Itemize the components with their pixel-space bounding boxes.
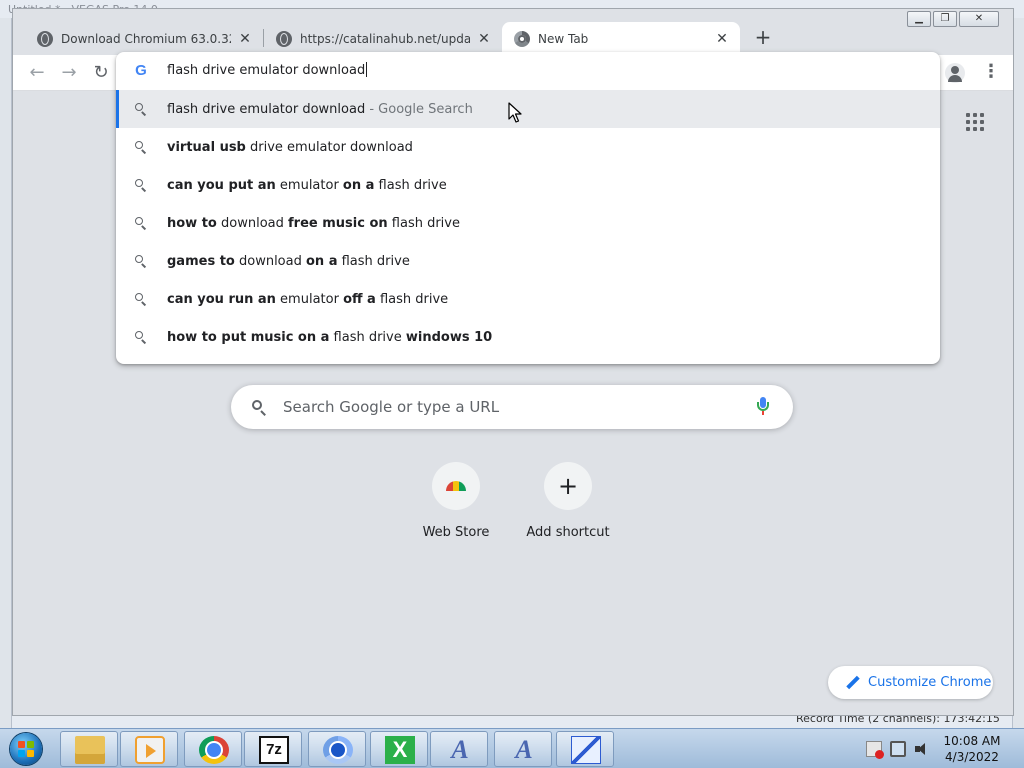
globe-icon [37, 30, 53, 47]
system-tray [864, 739, 936, 759]
a-app-icon: A [515, 735, 533, 764]
windows-taskbar: 7z X A A 10:08 AM 4/3/2022 [0, 728, 1024, 768]
shortcut-label: Add shortcut [526, 525, 610, 540]
address-input[interactable]: flash drive emulator download [167, 62, 368, 78]
omnibox-suggestion[interactable]: can you run an emulator off a flash driv… [116, 280, 940, 318]
tab-title: New Tab [538, 31, 589, 46]
folder-icon [75, 736, 105, 764]
search-icon [134, 292, 148, 306]
ntp-search-box[interactable]: Search Google or type a URL [231, 385, 793, 429]
a-app-icon: A [451, 735, 469, 764]
apps-grid-icon[interactable] [966, 113, 984, 131]
network-icon[interactable] [890, 741, 906, 757]
x-app-icon: X [385, 736, 415, 764]
shortcut-add[interactable]: + Add shortcut [512, 462, 624, 552]
suggestion-text: flash drive emulator download - Google S… [167, 101, 473, 117]
suggestion-text: can you run an emulator off a flash driv… [167, 291, 449, 307]
address-bar[interactable]: G flash drive emulator download [116, 52, 940, 90]
windows-logo-icon [18, 741, 34, 757]
search-icon [134, 330, 148, 344]
search-icon [134, 216, 148, 230]
taskbar-7zip[interactable]: 7z [244, 731, 302, 767]
media-player-icon [135, 736, 165, 764]
tab-strip: Download Chromium 63.0.3237.0 ✕ https://… [13, 9, 1013, 55]
volume-icon[interactable] [914, 741, 930, 757]
back-button[interactable]: ← [25, 61, 49, 85]
taskbar-vegas[interactable] [556, 731, 614, 767]
pencil-icon [846, 675, 860, 690]
suggestion-suffix: - Google Search [369, 101, 473, 117]
search-icon [251, 399, 267, 416]
restore-button[interactable]: ❐ [933, 11, 957, 27]
customize-label: Customize Chrome [868, 675, 992, 690]
forward-button[interactable]: → [57, 61, 81, 85]
omnibox-suggestion[interactable]: flash drive emulator download - Google S… [116, 90, 940, 128]
tab-title: Download Chromium 63.0.3237.0 [61, 31, 231, 46]
omnibox-suggestion[interactable]: can you put an emulator on a flash drive [116, 166, 940, 204]
customize-chrome-button[interactable]: Customize Chrome [828, 666, 993, 699]
omnibox-dropdown: G flash drive emulator download flash dr… [116, 52, 940, 364]
web-store-icon [432, 462, 480, 510]
search-icon [134, 254, 148, 268]
tab-title: https://catalinahub.net/update/h [300, 31, 470, 46]
menu-icon[interactable]: ⋮ [981, 61, 1001, 85]
suggestion-text: virtual usb drive emulator download [167, 139, 413, 155]
taskbar-app-a-2[interactable]: A [494, 731, 552, 767]
taskbar-chromium[interactable] [308, 731, 366, 767]
action-center-alert-icon[interactable] [866, 741, 884, 759]
tab-catalinahub[interactable]: https://catalinahub.net/update/h ✕ [264, 22, 502, 55]
clock-time: 10:08 AM [943, 734, 1001, 748]
minimize-button[interactable]: ▁ [907, 11, 931, 27]
microphone-icon[interactable] [756, 397, 770, 417]
taskbar-file-explorer[interactable] [60, 731, 118, 767]
search-icon [134, 102, 148, 116]
chrome-icon [199, 736, 229, 764]
tab-new-tab[interactable]: New Tab ✕ [502, 22, 740, 55]
google-g-icon: G [135, 62, 147, 79]
chrome-icon [514, 30, 530, 47]
profile-icon[interactable] [945, 63, 965, 83]
suggestion-text: how to download free music on flash driv… [167, 215, 460, 231]
clock-date: 4/3/2022 [945, 750, 999, 764]
taskbar-app-a-1[interactable]: A [430, 731, 488, 767]
search-placeholder: Search Google or type a URL [283, 398, 500, 416]
text-caret [366, 62, 368, 77]
tab-download-chromium[interactable]: Download Chromium 63.0.3237.0 ✕ [25, 22, 263, 55]
background-app-left-edge [0, 18, 12, 728]
taskbar-app-x[interactable]: X [370, 731, 428, 767]
vegas-icon [571, 736, 601, 764]
taskbar-media-player[interactable] [120, 731, 178, 767]
7zip-icon: 7z [259, 736, 289, 764]
reload-button[interactable]: ↻ [89, 61, 113, 85]
omnibox-suggestion[interactable]: how to put music on a flash drive window… [116, 318, 940, 356]
suggestion-text: games to download on a flash drive [167, 253, 410, 269]
suggestion-text: can you put an emulator on a flash drive [167, 177, 447, 193]
start-button[interactable] [4, 731, 48, 767]
taskbar-clock[interactable]: 10:08 AM 4/3/2022 [942, 733, 1002, 765]
omnibox-suggestion[interactable]: virtual usb drive emulator download [116, 128, 940, 166]
shortcut-web-store[interactable]: Web Store [400, 462, 512, 552]
window-controls: ▁ ❐ ✕ [907, 11, 999, 27]
tab-close-icon[interactable]: ✕ [237, 31, 253, 47]
suggestion-text: how to put music on a flash drive window… [167, 329, 493, 345]
chromium-icon [323, 736, 353, 764]
tab-close-icon[interactable]: ✕ [714, 31, 730, 47]
shortcut-label: Web Store [422, 525, 490, 540]
new-tab-button[interactable]: + [751, 26, 775, 50]
search-icon [134, 178, 148, 192]
close-window-button[interactable]: ✕ [959, 11, 999, 27]
omnibox-suggestion[interactable]: games to download on a flash drive [116, 242, 940, 280]
plus-icon: + [544, 462, 592, 510]
search-icon [134, 140, 148, 154]
omnibox-suggestion[interactable]: how to download free music on flash driv… [116, 204, 940, 242]
globe-icon [276, 30, 292, 47]
taskbar-chrome[interactable] [184, 731, 242, 767]
mouse-cursor-icon [508, 102, 522, 123]
tab-close-icon[interactable]: ✕ [476, 31, 492, 47]
